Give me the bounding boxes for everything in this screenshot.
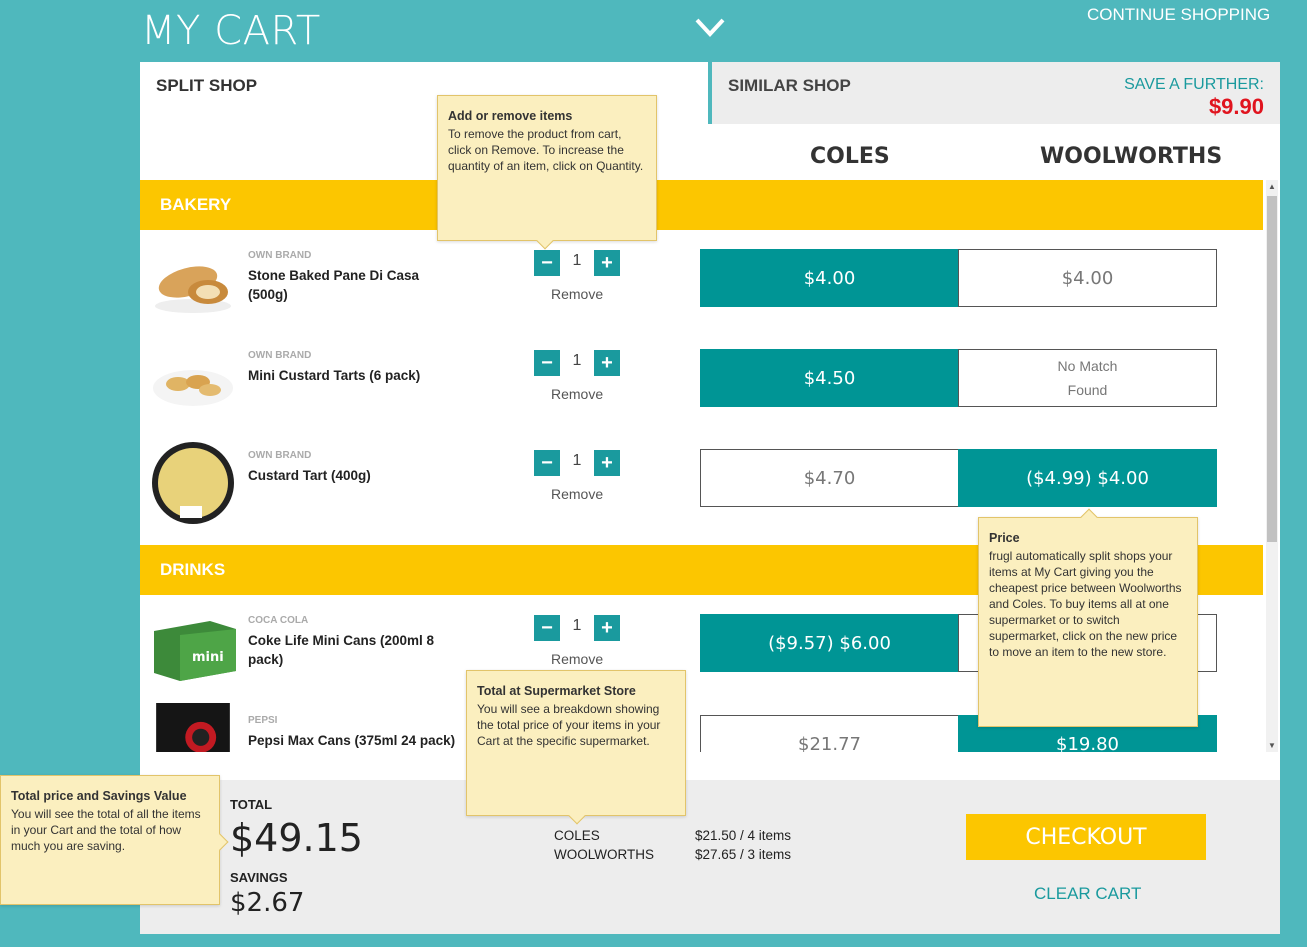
remove-item-link[interactable]: Remove <box>551 486 603 502</box>
breakdown-value-coles: $21.50 / 4 items <box>695 828 792 843</box>
tooltip-body: To remove the product from cart, click o… <box>448 127 644 173</box>
bread-image <box>155 266 231 313</box>
scrollbar[interactable]: ▲ ▼ <box>1266 180 1278 752</box>
qty-increase-button[interactable]: + <box>594 350 620 376</box>
total-value: $49.15 <box>230 816 363 860</box>
scrollbar-thumb[interactable] <box>1267 196 1277 542</box>
cart-footer: TOTAL $49.15 SAVINGS $2.67 COLES $21.50 … <box>140 780 1280 934</box>
save-further-value: $9.90 <box>1208 94 1264 119</box>
price-coles-button[interactable]: $4.70 <box>700 449 959 507</box>
tab-similar-shop-label: SIMILAR SHOP <box>728 76 851 95</box>
custard-tart-image <box>152 442 234 524</box>
remove-item-link[interactable]: Remove <box>551 286 603 302</box>
tooltip-total-store: Total at Supermarket Store You will see … <box>466 670 686 825</box>
savings-value: $2.67 <box>230 888 305 918</box>
qty-decrease-button[interactable]: − <box>534 450 560 476</box>
qty-value: 1 <box>572 452 582 469</box>
chevron-down-icon[interactable] <box>693 14 727 42</box>
tooltip-body: frugl automatically split shops your ite… <box>989 549 1182 659</box>
qty-decrease-button[interactable]: − <box>534 615 560 641</box>
qty-decrease-button[interactable]: − <box>534 350 560 376</box>
qty-increase-button[interactable]: + <box>594 450 620 476</box>
item-brand: PEPSI <box>248 715 278 726</box>
tooltip-price: Price frugl automatically split shops yo… <box>978 508 1198 727</box>
item-brand: OWN BRAND <box>248 250 312 261</box>
custard-tarts-image <box>153 370 233 406</box>
save-further-label: SAVE A FURTHER: <box>1124 76 1264 93</box>
item-brand: OWN BRAND <box>248 450 312 461</box>
qty-increase-button[interactable]: + <box>594 250 620 276</box>
item-name: Coke Life Mini Cans (200ml 8 pack) <box>248 633 435 667</box>
tooltip-total-savings: Total price and Savings Value You will s… <box>0 775 229 905</box>
price-coles-button[interactable]: $21.77 <box>700 715 959 752</box>
item-name: Custard Tart (400g) <box>248 468 371 483</box>
price-coles-button[interactable]: ($9.57) $6.00 <box>700 614 959 672</box>
page-title: MY CART <box>141 8 321 54</box>
no-match-line2: Found <box>1067 382 1108 398</box>
breakdown-store-woolworths: WOOLWORTHS <box>554 847 654 862</box>
qty-value: 1 <box>572 352 582 369</box>
no-match-line1: No Match <box>1057 358 1118 374</box>
price-coles-button[interactable]: $4.00 <box>700 249 959 307</box>
qty-value: 1 <box>572 252 582 269</box>
item-name: Pepsi Max Cans (375ml 24 pack) <box>248 733 456 748</box>
coke-life-image: mini <box>154 621 236 681</box>
cart-item-row: OWN BRAND Mini Custard Tarts (6 pack) − … <box>140 330 1263 430</box>
price-coles-button[interactable]: $4.50 <box>700 349 959 407</box>
price-woolworths-button[interactable]: ($4.99) $4.00 <box>958 449 1217 507</box>
item-brand: OWN BRAND <box>248 350 312 361</box>
breakdown-value-woolworths: $27.65 / 3 items <box>695 847 792 862</box>
tooltip-add-remove: Add or remove items To remove the produc… <box>437 95 657 250</box>
pepsi-max-image <box>156 703 230 752</box>
tooltip-body: You will see a breakdown showing the tot… <box>477 702 661 748</box>
total-label: TOTAL <box>230 797 273 812</box>
qty-value: 1 <box>572 617 582 634</box>
item-brand: COCA COLA <box>248 615 309 626</box>
checkout-button[interactable]: CHECKOUT <box>966 814 1206 860</box>
tooltip-title: Price <box>989 531 1020 545</box>
scroll-up-icon[interactable]: ▲ <box>1268 182 1276 191</box>
tooltip-title: Total price and Savings Value <box>11 789 187 803</box>
price-woolworths-no-match[interactable]: No Match Found <box>958 349 1217 407</box>
scroll-down-icon[interactable]: ▼ <box>1268 741 1276 750</box>
column-header-woolworths: WOOLWORTHS <box>1040 144 1223 169</box>
price-woolworths-button[interactable]: $4.00 <box>958 249 1217 307</box>
svg-text:mini: mini <box>192 650 224 665</box>
cart-item-row: OWN BRAND Stone Baked Pane Di Casa (500g… <box>140 230 1263 330</box>
clear-cart-link[interactable]: CLEAR CART <box>1034 884 1141 904</box>
item-name: Stone Baked Pane Di Casa (500g) <box>248 268 420 302</box>
tab-similar-shop[interactable]: SIMILAR SHOP SAVE A FURTHER: $9.90 <box>708 62 1280 124</box>
category-bakery: BAKERY <box>140 180 1263 230</box>
column-header-coles: COLES <box>810 144 890 169</box>
tab-split-shop-label: SPLIT SHOP <box>156 76 258 95</box>
continue-shopping-link[interactable]: CONTINUE SHOPPING <box>1087 5 1270 25</box>
remove-item-link[interactable]: Remove <box>551 386 603 402</box>
cart-panel: SPLIT SHOP SIMILAR SHOP SAVE A FURTHER: … <box>140 62 1280 934</box>
tooltip-body: You will see the total of all the items … <box>11 807 201 853</box>
item-name: Mini Custard Tarts (6 pack) <box>248 368 421 383</box>
tooltip-title: Total at Supermarket Store <box>477 684 636 698</box>
savings-label: SAVINGS <box>230 870 288 885</box>
breakdown-store-coles: COLES <box>554 828 600 843</box>
tooltip-title: Add or remove items <box>448 109 573 123</box>
remove-item-link[interactable]: Remove <box>551 651 603 667</box>
qty-increase-button[interactable]: + <box>594 615 620 641</box>
qty-decrease-button[interactable]: − <box>534 250 560 276</box>
